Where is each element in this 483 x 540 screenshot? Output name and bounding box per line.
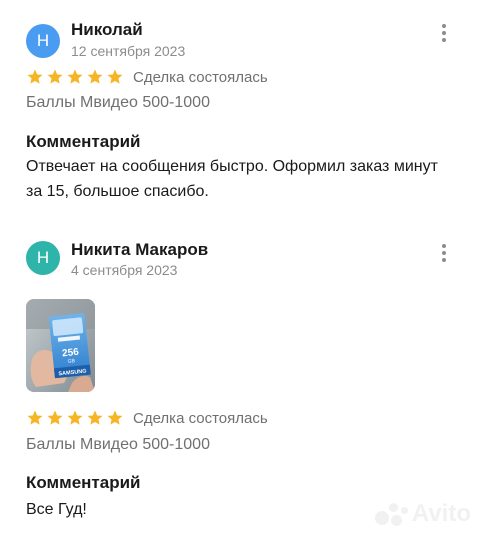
deal-item-title[interactable]: Баллы Мвидео 500-1000: [26, 436, 210, 454]
review-photo-thumbnail[interactable]: 256 GB SAMSUNG: [26, 299, 95, 392]
card-capacity-unit: GB: [67, 358, 75, 365]
comment-text: Отвечает на сообщения быстро. Оформил за…: [26, 158, 438, 200]
deal-status: Сделка состоялась: [133, 409, 268, 427]
card-capacity: 256: [62, 347, 80, 360]
star-icon: [26, 409, 44, 427]
avito-watermark-text: Avito: [411, 500, 471, 527]
more-options-icon[interactable]: [440, 24, 448, 44]
avatar[interactable]: Н: [26, 24, 60, 58]
review-author-name[interactable]: Николай: [71, 20, 143, 40]
avito-logo-icon: [374, 501, 409, 527]
avatar[interactable]: Н: [26, 241, 60, 275]
star-icon: [46, 68, 64, 86]
more-options-icon[interactable]: [440, 244, 448, 264]
star-icon: [106, 68, 124, 86]
comment-heading: Комментарий: [26, 132, 141, 151]
review-date: 12 сентября 2023: [71, 43, 186, 59]
star-icon: [106, 409, 124, 427]
avito-watermark: Avito: [374, 500, 471, 528]
star-icon: [86, 409, 104, 427]
star-rating: [26, 68, 124, 86]
star-icon: [46, 409, 64, 427]
review-date: 4 сентября 2023: [71, 262, 178, 278]
star-icon: [66, 409, 84, 427]
deal-item-title[interactable]: Баллы Мвидео 500-1000: [26, 94, 210, 112]
rating-row: Сделка состоялась: [26, 408, 268, 428]
star-icon: [66, 68, 84, 86]
deal-status: Сделка состоялась: [133, 68, 268, 86]
review-author-name[interactable]: Никита Макаров: [71, 240, 208, 260]
rating-row: Сделка состоялась: [26, 67, 268, 87]
star-icon: [86, 68, 104, 86]
comment-heading: Комментарий: [26, 473, 141, 492]
star-rating: [26, 409, 124, 427]
star-icon: [26, 68, 44, 86]
